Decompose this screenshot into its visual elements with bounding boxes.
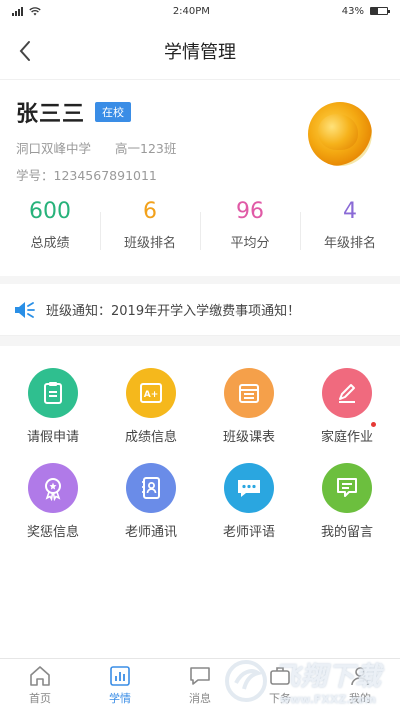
nav-bar: 学情管理 [0,22,400,80]
back-button[interactable] [10,36,40,66]
stats-row: 600 总成绩 6 班级排名 96 平均分 4 年级排名 [0,188,400,268]
page-title: 学情管理 [164,41,236,63]
feature-label: 老师评语 [222,525,275,540]
feature-schedule[interactable]: 班级课表 [200,368,298,445]
feature-label: 我的留言 [320,525,373,540]
battery-icon [369,7,390,15]
feature-label: 成绩信息 [124,430,177,445]
chat-icon [190,667,210,685]
home-icon [30,666,50,686]
section-divider [0,336,400,346]
student-profile: 张三三 在校 洞口双峰中学 高一123班 学号：1234567891011 [0,80,400,188]
tab-label: 学情 [109,692,131,705]
notice-text: 班级通知：2019年开学入学缴费事项通知！ [46,304,301,319]
notification-dot [371,422,376,427]
class-notice[interactable]: 班级通知：2019年开学入学缴费事项通知！ [0,284,400,336]
stat-label: 年级排名 [323,236,376,251]
tab-study[interactable]: 学情 [80,659,160,712]
student-name: 张三三 [16,102,86,127]
award-icon [28,463,78,513]
homework-icon [322,368,372,418]
feature-grades[interactable]: A+ 成绩信息 [102,368,200,445]
feature-label: 请假申请 [26,430,79,445]
class-name: 高一123班 [115,141,177,156]
stat-label: 总成绩 [30,236,70,251]
feature-leave-request[interactable]: 请假申请 [4,368,102,445]
stat-label: 班级排名 [123,236,176,251]
status-bar: 2:40PM 43% [0,0,400,22]
watermark-brand: 飞翔下载 [273,662,382,692]
stat-total-score[interactable]: 600 总成绩 [0,198,100,268]
stat-class-rank[interactable]: 6 班级排名 [100,198,200,268]
status-badge: 在校 [95,102,132,122]
feature-label: 班级课表 [222,430,275,445]
tab-label: 消息 [189,692,211,705]
bar-chart-icon [110,666,130,686]
signal-icon [12,6,23,16]
feature-teacher-comments[interactable]: 老师评语 [200,463,298,540]
feature-my-messages[interactable]: 我的留言 [298,463,396,540]
battery-level [370,8,378,14]
stat-value: 4 [343,199,357,224]
stat-value: 600 [29,199,71,224]
grades-icon: A+ [126,368,176,418]
schedule-icon [224,368,274,418]
feature-label: 家庭作业 [320,430,373,445]
stat-grade-rank[interactable]: 4 年级排名 [300,198,400,268]
comments-icon [224,463,274,513]
school-name: 洞口双峰中学 [16,141,92,156]
watermark: 飞翔下载 www.FXXZ.com [224,656,382,706]
feature-homework[interactable]: 家庭作业 [298,368,396,445]
wifi-icon [29,6,41,15]
avatar[interactable] [308,102,372,166]
stat-average-score[interactable]: 96 平均分 [200,198,300,268]
speaker-icon [15,301,35,318]
battery-percent: 43% [341,5,364,17]
tab-label: 首页 [29,692,51,705]
feature-teacher-contacts[interactable]: 老师通讯 [102,463,200,540]
bottom-tab-bar: 首页 学情 消息 下务 我的 飞翔下载 www.FXXZ.com [0,658,400,712]
tab-home[interactable]: 首页 [0,659,80,712]
feature-label: 奖惩信息 [26,525,79,540]
watermark-logo-icon [224,660,267,702]
feature-grid: 请假申请 A+ 成绩信息 班级课表 家庭作业 奖惩信息 老师通讯 老师评语 我的… [0,346,400,540]
student-id: 学号：1234567891011 [16,168,157,183]
chevron-left-icon [19,41,30,61]
leave-request-icon [28,368,78,418]
contacts-icon [126,463,176,513]
feature-label: 老师通讯 [124,525,177,540]
stat-value: 6 [143,199,157,224]
section-divider [0,276,400,284]
message-icon [322,463,372,513]
watermark-url: www.FXXZ.com [279,693,377,706]
svg-text:A+: A+ [144,390,159,400]
clock: 2:40PM [172,5,210,17]
feature-awards[interactable]: 奖惩信息 [4,463,102,540]
stat-label: 平均分 [230,236,270,251]
stat-value: 96 [236,199,264,224]
